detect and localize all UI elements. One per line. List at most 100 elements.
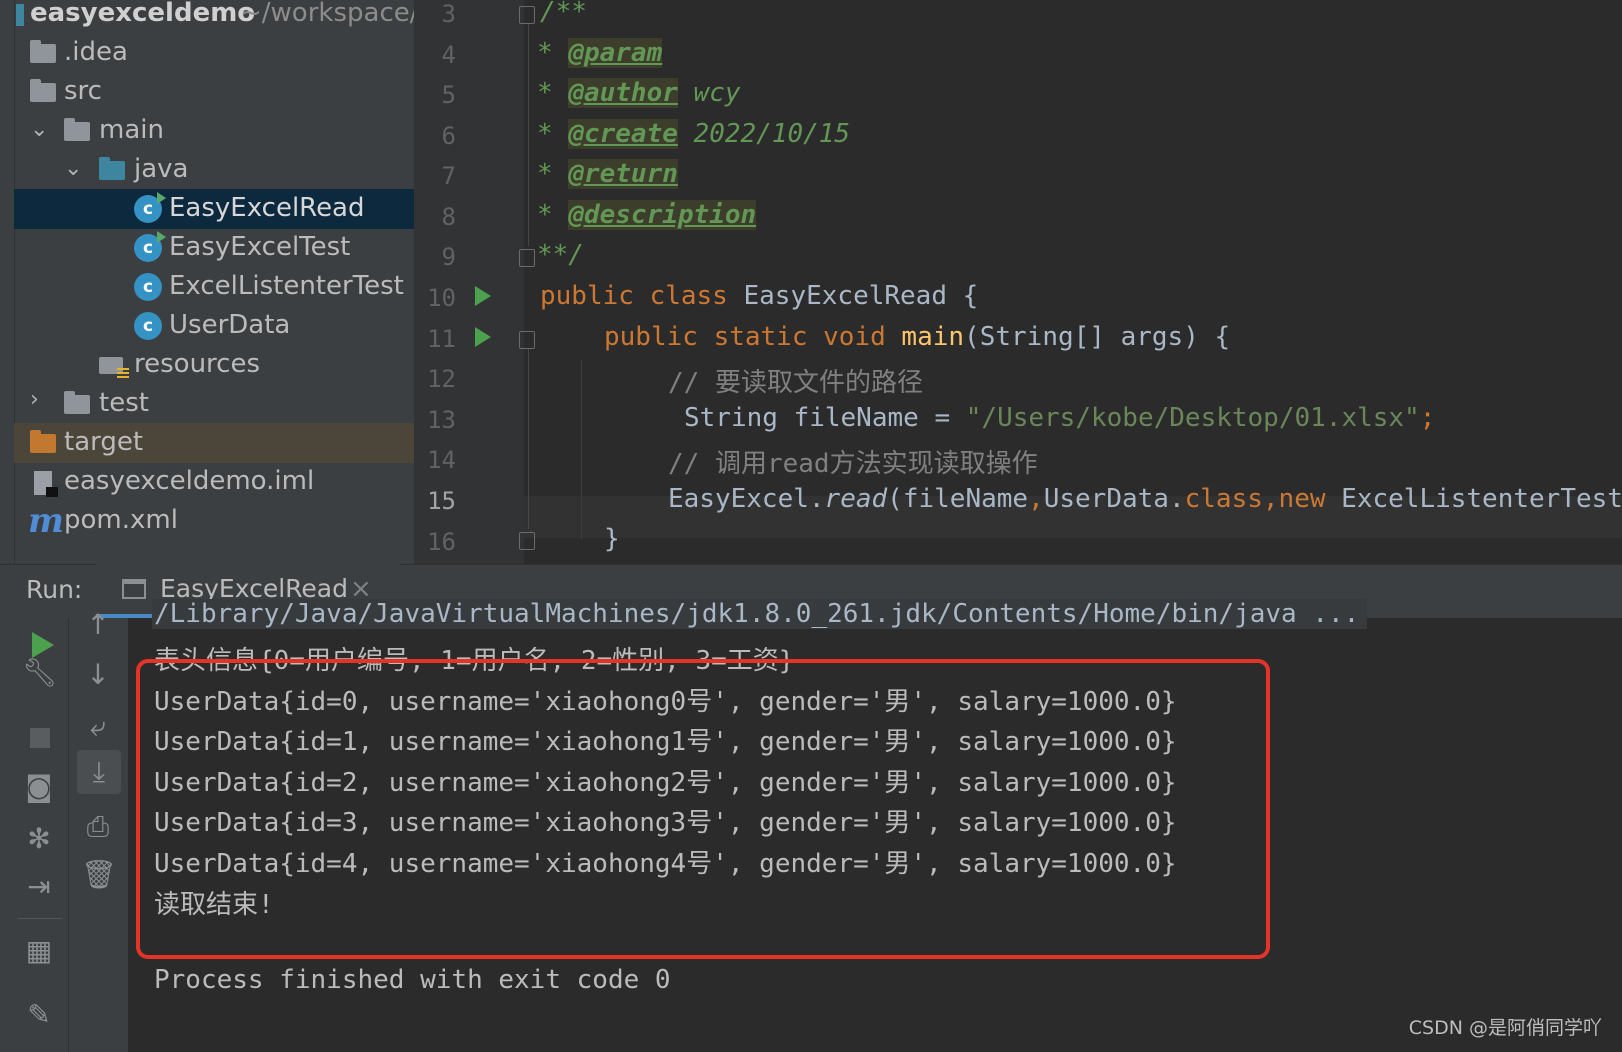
indent-guide bbox=[581, 360, 582, 540]
chevron-right-icon[interactable]: › bbox=[30, 387, 39, 412]
fold-marker-icon[interactable] bbox=[519, 6, 535, 24]
code-line-5: * @author wcy bbox=[537, 78, 741, 108]
doc-star: * bbox=[537, 78, 569, 108]
tree-item-label: .idea bbox=[64, 37, 128, 67]
run-main-gutter-icon[interactable] bbox=[475, 327, 491, 347]
resources-folder-icon bbox=[99, 354, 129, 380]
login-icon[interactable]: ⇥ bbox=[22, 870, 56, 904]
tree-item-userdata[interactable]: c UserData bbox=[14, 306, 414, 346]
tree-item-java[interactable]: ⌄ java bbox=[14, 150, 414, 190]
code-line-4: * @param bbox=[537, 38, 663, 68]
doc-text: wcy bbox=[677, 78, 741, 108]
tree-item-label: ExcelListenterTest bbox=[169, 271, 404, 301]
stop-icon[interactable] bbox=[30, 728, 50, 748]
source-folder-icon bbox=[99, 157, 125, 180]
project-tree-panel: easyexceldemo ~/workspace/ .idea src ⌄ m… bbox=[0, 0, 414, 564]
tree-item-resources[interactable]: resources bbox=[14, 345, 414, 385]
doc-star: * bbox=[537, 200, 569, 230]
code-line-14: // 调用read方法实现读取操作 bbox=[668, 443, 1038, 480]
code-line-12: // 要读取文件的路径 bbox=[668, 362, 923, 399]
code-line-9: **/ bbox=[537, 240, 584, 270]
line-number-current: 15 bbox=[427, 487, 456, 515]
tree-item-label: EasyExcelTest bbox=[169, 232, 351, 262]
class-icon: c bbox=[134, 312, 162, 340]
variable-decl: String fileName = bbox=[684, 403, 966, 433]
console-exit-line: Process finished with exit code 0 bbox=[154, 965, 671, 995]
tree-item-src[interactable]: src bbox=[14, 72, 414, 112]
tree-root[interactable]: easyexceldemo ~/workspace/ bbox=[14, 0, 414, 34]
line-number: 13 bbox=[427, 406, 456, 434]
code-line-10: public class EasyExcelRead { bbox=[540, 281, 978, 311]
tree-item-test[interactable]: › test bbox=[14, 384, 414, 424]
static-method: read bbox=[824, 484, 888, 514]
closing-brace: } bbox=[604, 524, 620, 554]
line-number: 4 bbox=[441, 41, 456, 69]
excluded-folder-icon bbox=[30, 430, 56, 453]
tree-item-pom[interactable]: m pom.xml bbox=[14, 501, 414, 541]
debug-icon[interactable]: ✻ bbox=[22, 822, 56, 856]
doc-text: 2022/10/15 bbox=[677, 119, 851, 149]
tree-left-edge bbox=[0, 0, 15, 564]
doc-star: * bbox=[537, 119, 569, 149]
runnable-class-icon: c bbox=[134, 231, 166, 262]
doc-comment-close: **/ bbox=[537, 240, 584, 270]
trash-icon[interactable]: 🗑︎ bbox=[81, 858, 117, 892]
comma: , bbox=[1262, 484, 1279, 514]
tree-item-label: target bbox=[64, 427, 144, 457]
tree-item-label: UserData bbox=[169, 310, 291, 340]
line-number: 16 bbox=[427, 528, 456, 556]
root-name: easyexceldemo bbox=[30, 0, 256, 28]
class-name: EasyExcelRead { bbox=[743, 281, 979, 311]
run-class-gutter-icon[interactable] bbox=[475, 286, 491, 306]
tree-item-label: pom.xml bbox=[64, 505, 178, 535]
fold-marker-icon[interactable] bbox=[519, 249, 535, 267]
tree-item-label: EasyExcelRead bbox=[169, 193, 365, 223]
doc-star: * bbox=[537, 159, 569, 189]
line-number: 11 bbox=[427, 325, 456, 353]
code-line-8: * @description bbox=[537, 200, 757, 230]
tree-item-label: easyexceldemo.iml bbox=[64, 466, 315, 496]
line-number: 7 bbox=[441, 162, 456, 190]
javadoc-tag: @param bbox=[568, 38, 663, 68]
rerun-icon[interactable] bbox=[32, 632, 54, 658]
down-arrow-icon[interactable]: ↓ bbox=[81, 658, 115, 692]
tree-item-easyexcelread[interactable]: c EasyExcelRead bbox=[14, 189, 414, 229]
comma: , bbox=[1028, 484, 1044, 514]
pin-icon[interactable]: ✎ bbox=[22, 998, 56, 1032]
chevron-down-icon[interactable]: ⌄ bbox=[30, 117, 48, 142]
print-icon[interactable]: ⎙ bbox=[81, 810, 115, 844]
module-icon bbox=[16, 4, 24, 26]
class-ref: UserData. bbox=[1043, 484, 1185, 514]
run-toolbar-right: ↑ ↓ ⤶ ⤓ ⎙ 🗑︎ bbox=[68, 608, 129, 1052]
tree-item-excellistentertest[interactable]: c ExcelListenterTest bbox=[14, 267, 414, 307]
layout-icon[interactable]: ▦ bbox=[22, 934, 56, 968]
chevron-down-icon[interactable]: ⌄ bbox=[64, 156, 82, 181]
line-number: 5 bbox=[441, 81, 456, 109]
tree-item-iml[interactable]: easyexceldemo.iml bbox=[14, 462, 414, 502]
doc-star: * bbox=[537, 38, 569, 68]
line-comment: // 要读取文件的路径 bbox=[668, 368, 923, 398]
code-line-3: /** bbox=[540, 0, 587, 27]
fold-marker-icon[interactable] bbox=[519, 532, 535, 550]
tree-item-easyexceltest[interactable]: c EasyExcelTest bbox=[14, 228, 414, 268]
fold-guide bbox=[528, 349, 529, 529]
line-comment: // 调用read方法实现读取操作 bbox=[668, 449, 1038, 479]
keyword: public static void bbox=[604, 322, 902, 352]
camera-icon[interactable]: ◙ bbox=[22, 770, 56, 804]
tree-item-idea[interactable]: .idea bbox=[14, 33, 414, 73]
fold-marker-icon[interactable] bbox=[519, 331, 535, 349]
tree-item-label: java bbox=[134, 154, 189, 184]
up-arrow-icon[interactable]: ↑ bbox=[81, 608, 115, 642]
wrench-icon[interactable]: 🔧︎ bbox=[22, 656, 58, 690]
args: (fileName bbox=[887, 484, 1029, 514]
line-number: 12 bbox=[427, 365, 456, 393]
module-file-icon bbox=[34, 471, 58, 497]
tree-item-target[interactable]: target bbox=[14, 423, 414, 463]
soft-wrap-icon[interactable]: ⤶ bbox=[81, 710, 115, 744]
tree-item-main[interactable]: ⌄ main bbox=[14, 111, 414, 151]
scroll-to-end-icon[interactable]: ⤓ bbox=[77, 750, 121, 794]
keyword: public class bbox=[540, 281, 744, 311]
line-number: 14 bbox=[427, 446, 456, 474]
tree-item-label: test bbox=[99, 388, 149, 418]
tree-item-label: resources bbox=[134, 349, 261, 379]
